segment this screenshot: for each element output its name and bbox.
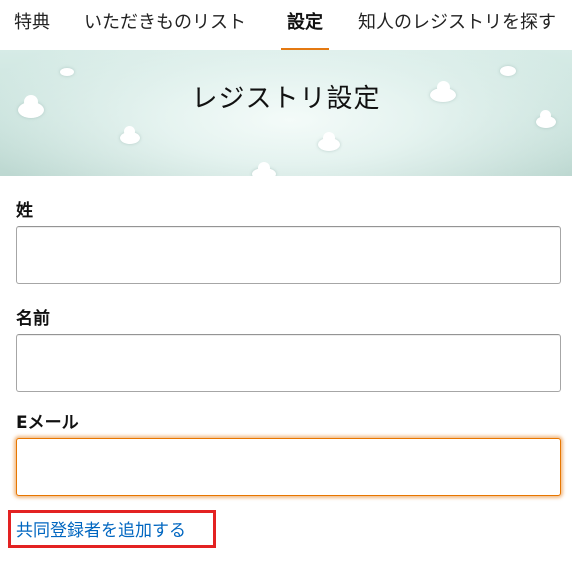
last-name-field[interactable] xyxy=(16,226,561,284)
email-field[interactable] xyxy=(16,438,561,496)
add-coregistrant-link[interactable]: 共同登録者を追加する xyxy=(16,516,186,541)
cloud-decoration xyxy=(500,66,516,76)
tab-bar: 特典 いただきものリスト 設定 知人のレジストリを探す xyxy=(0,0,572,50)
cloud-decoration xyxy=(318,132,340,151)
first-name-label: 名前 xyxy=(16,309,50,329)
tab-settings[interactable]: 設定 xyxy=(281,0,329,50)
page-title: レジストリ設定 xyxy=(191,84,381,114)
last-name-label: 姓 xyxy=(16,201,33,221)
cloud-decoration xyxy=(120,126,140,144)
cloud-decoration xyxy=(60,68,74,76)
email-label: Eメール xyxy=(16,413,79,433)
tab-benefits[interactable]: 特典 xyxy=(14,0,50,50)
settings-banner: レジストリ設定 xyxy=(0,50,572,176)
cloud-decoration xyxy=(252,162,276,176)
first-name-field[interactable] xyxy=(16,334,561,392)
cloud-decoration xyxy=(536,110,556,128)
tab-gift-list[interactable]: いただきものリスト xyxy=(84,0,246,50)
tab-find-registry[interactable]: 知人のレジストリを探す xyxy=(358,0,556,50)
